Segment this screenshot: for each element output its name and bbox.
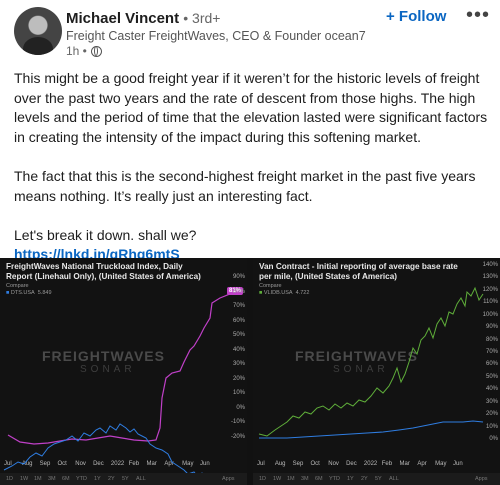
series-line-purple: [7, 292, 241, 445]
chart-controls[interactable]: 1D 1W 1M 3M 6M YTD 1Y 2Y 5Y ALL Apps: [0, 473, 247, 485]
chart-ntis: FreightWaves National Truckload Index, D…: [0, 258, 247, 485]
follow-button[interactable]: + Follow: [386, 8, 446, 25]
author-name-line[interactable]: Michael Vincent • 3rd+: [66, 10, 220, 27]
globe-icon: [90, 45, 102, 57]
post-paragraph: Let's break it down. shall we?: [14, 226, 197, 243]
post-paragraph: This might be a good freight year if it …: [14, 70, 488, 145]
series-line-green: [258, 286, 484, 437]
series-line-blue: [259, 420, 484, 439]
avatar[interactable]: [14, 7, 62, 55]
series-line-blue: [3, 423, 211, 481]
post-image[interactable]: FreightWaves National Truckload Index, D…: [0, 258, 500, 485]
author-name[interactable]: Michael Vincent: [66, 10, 179, 27]
post-paragraph: The fact that this is the second-highest…: [14, 167, 476, 204]
post-body: This might be a good freight year if it …: [14, 69, 488, 265]
chart-plot-left: [3, 292, 241, 481]
post-time: 1h •: [66, 44, 102, 58]
post-header: Michael Vincent • 3rd+ Freight Caster Fr…: [0, 0, 500, 62]
time-text: 1h •: [66, 44, 87, 58]
connection-degree: • 3rd+: [183, 10, 221, 26]
chart-plot-right: [258, 286, 484, 439]
chart-van-contract: Van Contract - Initial reporting of aver…: [253, 258, 500, 485]
author-headline: Freight Caster FreightWaves, CEO & Found…: [66, 29, 366, 43]
more-options-icon[interactable]: •••: [466, 4, 490, 27]
chart-controls[interactable]: 1D 1W 1M 3M 6M YTD 1Y 2Y 5Y ALL Apps: [253, 473, 500, 485]
